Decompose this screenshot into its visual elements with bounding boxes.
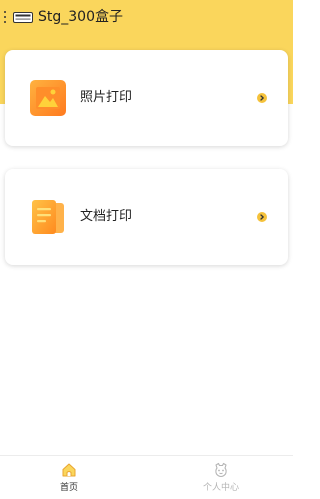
home-icon [62,463,76,477]
document-print-label: 文档打印 [80,209,133,224]
nav-label-home: 首页 [59,483,78,493]
bottom-nav: 首页 个人中心 [0,455,293,499]
more-vertical-icon[interactable] [3,11,7,23]
photo-print-card[interactable]: 照片打印 [5,50,288,146]
document-icon [32,200,64,234]
chevron-right-icon [257,212,267,222]
nav-item-home[interactable]: 首页 [29,456,109,499]
document-print-card[interactable]: 文档打印 [5,169,288,265]
device-title: Stg_300盒子 [38,9,123,25]
photo-icon [30,80,66,116]
printer-device-icon [13,12,33,23]
nav-label-profile: 个人中心 [202,483,239,493]
nav-item-profile[interactable]: 个人中心 [181,456,261,499]
photo-print-label: 照片打印 [80,90,133,105]
chevron-right-icon [257,93,267,103]
top-bar: Stg_300盒子 [0,0,293,34]
profile-icon [215,462,227,478]
